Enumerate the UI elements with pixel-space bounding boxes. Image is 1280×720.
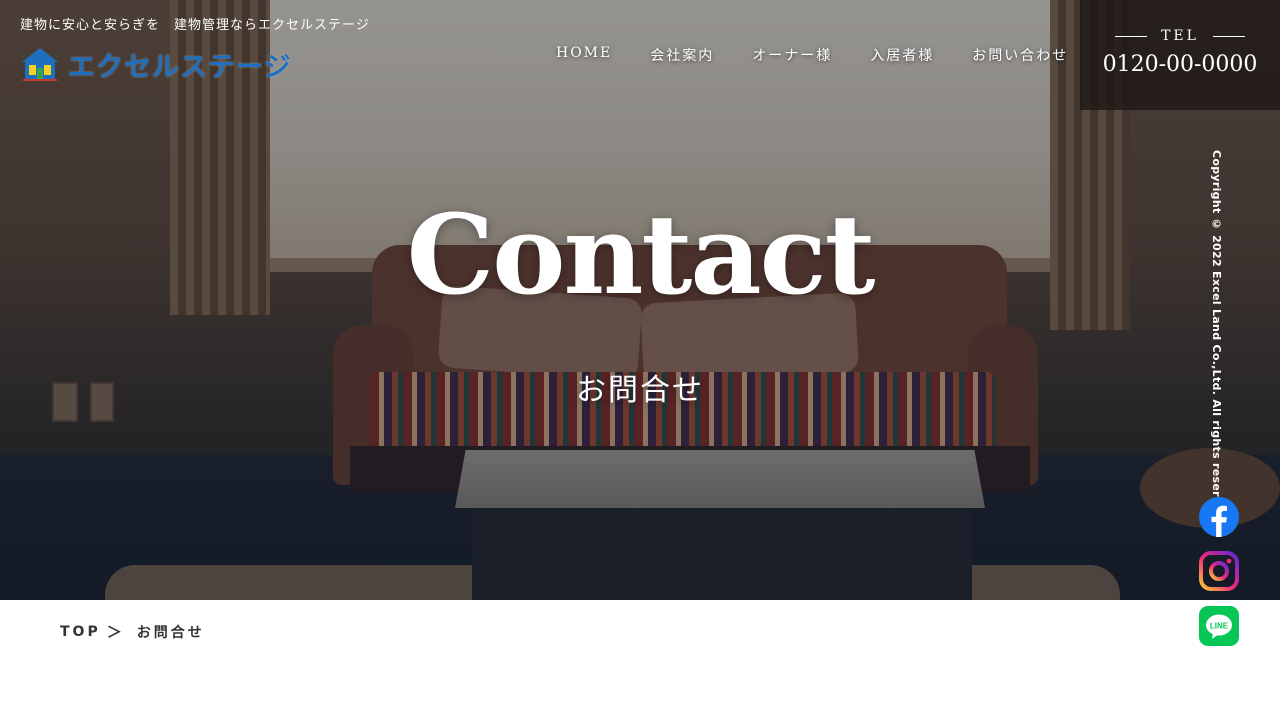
nav-item-owner[interactable]: オーナー様 [752,45,832,65]
instagram-icon[interactable] [1199,551,1239,591]
breadcrumb: TOP ＞ お問合せ [60,621,205,642]
tel-label-row: TEL [1115,28,1245,44]
nav-item-contact[interactable]: お問い合わせ [972,45,1068,65]
main-nav: HOME 会社案内 オーナー様 入居者様 お問い合わせ [556,45,1068,65]
site-logo[interactable]: エクセルステージ [20,46,292,83]
divider [1115,35,1147,37]
tel-box[interactable]: TEL 0120-00-0000 [1080,0,1280,110]
copyright-text: Copyright © 2022 Excel Land Co.,Ltd. All… [1210,150,1223,525]
page-title: Contact [406,190,876,319]
nav-item-tenant[interactable]: 入居者様 [870,45,934,65]
logo-text: エクセルステージ [68,51,292,83]
facebook-icon[interactable] [1199,497,1239,537]
site-tagline: 建物に安心と安らぎを 建物管理ならエクセルステージ [20,18,370,33]
nav-item-company[interactable]: 会社案内 [650,45,714,65]
breadcrumb-current: お問合せ [136,624,205,641]
svg-text:LINE: LINE [1210,622,1229,631]
tel-label: TEL [1161,28,1199,44]
house-logo-icon [22,48,58,81]
breadcrumb-top-link[interactable]: TOP [60,624,101,640]
tel-number[interactable]: 0120-00-0000 [1080,52,1280,77]
line-icon[interactable]: LINE [1199,606,1239,646]
nav-item-home[interactable]: HOME [556,45,612,65]
divider [1212,35,1245,37]
breadcrumb-separator: ＞ [106,623,125,641]
page-subtitle: お問合せ [576,373,704,408]
